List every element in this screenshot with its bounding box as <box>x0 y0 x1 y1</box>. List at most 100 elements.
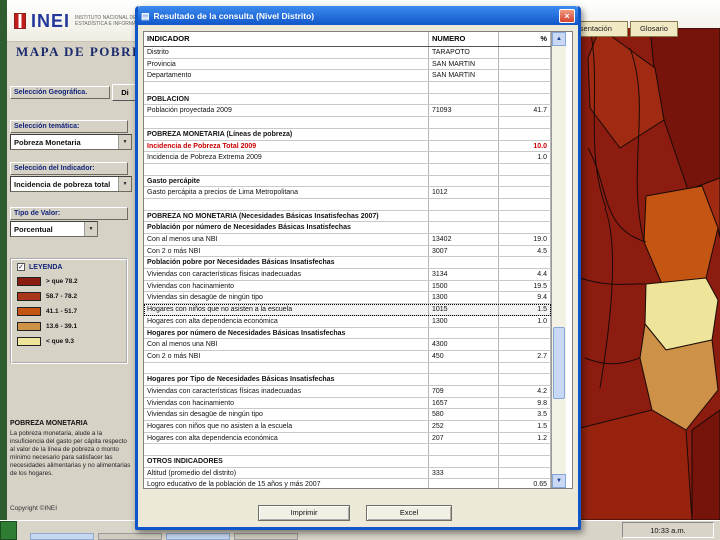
table-row[interactable]: POBREZA MONETARIA (Líneas de pobreza) <box>144 128 551 141</box>
legend-swatch <box>17 322 41 331</box>
table-row[interactable]: Hogares con niños que no asisten a la es… <box>144 421 551 433</box>
table-row[interactable]: Viviendas con características físicas in… <box>144 385 551 398</box>
table-row[interactable]: OTROS INDICADORES <box>144 456 551 468</box>
indicador-cell: Con 2 o más NBI <box>144 350 429 362</box>
pct-cell <box>499 467 551 479</box>
table-row[interactable]: Incidencia de Pobreza Extrema 2009 1.0 <box>144 152 551 164</box>
indicador-cell <box>144 163 429 175</box>
taskbar-item[interactable] <box>234 533 298 540</box>
table-row[interactable]: Logro educativo de la población de 15 añ… <box>144 479 551 488</box>
numero-cell: SAN MARTIN <box>429 58 499 70</box>
numero-cell <box>429 362 499 374</box>
numero-cell <box>429 117 499 128</box>
print-button[interactable]: Imprimir <box>258 505 350 521</box>
table-row[interactable]: Hogares por Tipo de Necesidades Básicas … <box>144 374 551 386</box>
table-row[interactable]: Hogares con alta dependencia económica 20… <box>144 432 551 445</box>
table-row[interactable]: POBREZA NO MONETARIA (Necesidades Básica… <box>144 210 551 223</box>
table-row[interactable]: Población proyectada 2009 71093 41.7 <box>144 105 551 118</box>
indicador-cell: Incidencia de Pobreza Total 2009 <box>144 140 429 152</box>
indicador-cell <box>144 362 429 374</box>
scroll-up-icon[interactable]: ▲ <box>552 32 566 46</box>
table-row[interactable]: Gasto percápita a precios de Lima Metrop… <box>144 187 551 199</box>
numero-cell: 709 <box>429 385 499 397</box>
table-row[interactable]: Con al menos una NBI 13402 19.0 <box>144 234 551 246</box>
table-row[interactable]: Con 2 o más NBI 3007 4.5 <box>144 245 551 258</box>
numero-cell <box>429 175 499 187</box>
indicador-cell: Hogares con alta dependencia económica <box>144 432 429 444</box>
pct-cell: 3.5 <box>499 409 551 420</box>
table-row[interactable]: Población pobre por Necesidades Básicas … <box>144 257 551 270</box>
table-row[interactable]: Altitud (promedio del distrito) 333 <box>144 467 551 480</box>
table-row[interactable]: Hogares con alta dependencia económica 13… <box>144 315 551 328</box>
taskbar-clock-tray: 10:33 a.m. <box>622 522 714 538</box>
legend-swatch <box>17 307 41 316</box>
table-row[interactable]: Incidencia de Pobreza Total 2009 10.0 <box>144 140 551 153</box>
pct-cell <box>499 198 551 210</box>
pct-cell: 4.2 <box>499 385 551 397</box>
numero-cell <box>429 327 499 339</box>
indicator-select[interactable]: Incidencia de pobreza total ▼ <box>10 176 132 192</box>
table-row[interactable] <box>144 163 551 176</box>
pct-cell <box>499 339 551 350</box>
indicador-cell: Viviendas con características físicas in… <box>144 269 429 280</box>
numero-cell <box>429 456 499 467</box>
chevron-down-icon[interactable]: ▼ <box>118 177 131 191</box>
table-row[interactable]: Con al menos una NBI 4300 <box>144 339 551 351</box>
indicador-cell: Departamento <box>144 70 429 82</box>
taskbar-item[interactable] <box>30 533 94 540</box>
table-row[interactable] <box>144 198 551 211</box>
app-window: INEI INSTITUTO NACIONAL DE ESTADÍSTICA E… <box>0 0 720 540</box>
numero-cell <box>429 222 499 233</box>
start-button[interactable] <box>0 521 17 540</box>
numero-cell: 1012 <box>429 187 499 198</box>
table-row[interactable]: Gasto percápite <box>144 175 551 188</box>
table-scrollbar[interactable]: ▲ ▼ <box>551 32 566 488</box>
theme-select[interactable]: Pobreza Monetaria ▼ <box>10 134 132 150</box>
legend-range-label: 58.7 - 78.2 <box>46 293 78 300</box>
dialog-titlebar[interactable]: ▤ Resultado de la consulta (Nivel Distri… <box>138 6 578 25</box>
table-row[interactable]: Hogares por número de Necesidades Básica… <box>144 327 551 340</box>
taskbar-item[interactable] <box>166 533 230 540</box>
numero-cell <box>429 82 499 93</box>
table-row[interactable] <box>144 444 551 457</box>
table-row[interactable]: POBLACION <box>144 93 551 106</box>
numero-cell: 3007 <box>429 245 499 257</box>
table-row[interactable]: Con 2 o más NBI 450 2.7 <box>144 350 551 363</box>
scrollbar-thumb[interactable] <box>553 327 565 399</box>
glossary-button[interactable]: Glosario <box>630 21 678 37</box>
table-row[interactable]: Viviendas sin desagüe de ningún tipo 1300… <box>144 292 551 305</box>
value-type-select[interactable]: Porcentual ▼ <box>10 221 98 237</box>
pct-cell <box>499 93 551 105</box>
table-row[interactable]: Provincia SAN MARTIN <box>144 58 551 71</box>
table-row[interactable]: Viviendas con características físicas in… <box>144 269 551 281</box>
table-row[interactable]: Viviendas sin desagüe de ningún tipo 580 3… <box>144 409 551 421</box>
indicador-cell: Viviendas sin desagüe de ningún tipo <box>144 409 429 420</box>
table-row[interactable]: Población por número de Necesidades Bási… <box>144 222 551 234</box>
indicador-cell: Población por número de Necesidades Bási… <box>144 222 429 233</box>
indicador-cell: Incidencia de Pobreza Extrema 2009 <box>144 152 429 163</box>
numero-cell: 1657 <box>429 397 499 409</box>
peru-flag-icon <box>14 13 26 29</box>
scroll-down-icon[interactable]: ▼ <box>552 474 566 488</box>
indicador-cell: Con al menos una NBI <box>144 339 429 350</box>
table-row[interactable]: Departamento SAN MARTIN <box>144 70 551 83</box>
excel-button[interactable]: Excel <box>366 505 452 521</box>
legend-range-label: > que 78.2 <box>46 278 78 285</box>
table-row[interactable] <box>144 362 551 375</box>
legend-item: > que 78.2 <box>17 274 121 289</box>
table-row[interactable] <box>144 82 551 94</box>
legend-checkbox[interactable]: ✓ <box>17 263 25 271</box>
legend-item: < que 9.3 <box>17 334 121 349</box>
close-icon[interactable]: × <box>559 8 575 23</box>
taskbar-item[interactable] <box>98 533 162 540</box>
table-row[interactable]: Distrito TARAPOTO <box>144 47 551 59</box>
table-row[interactable]: Hogares con niños que no asisten a la es… <box>144 304 551 316</box>
chevron-down-icon[interactable]: ▼ <box>118 135 131 149</box>
numero-cell <box>429 444 499 456</box>
pct-cell <box>499 327 551 339</box>
numero-cell <box>429 374 499 385</box>
table-row[interactable] <box>144 117 551 129</box>
table-row[interactable]: Viviendas con hacinamiento 1500 19.5 <box>144 280 551 293</box>
table-row[interactable]: Viviendas con hacinamiento 1657 9.8 <box>144 397 551 410</box>
chevron-down-icon[interactable]: ▼ <box>84 222 97 236</box>
